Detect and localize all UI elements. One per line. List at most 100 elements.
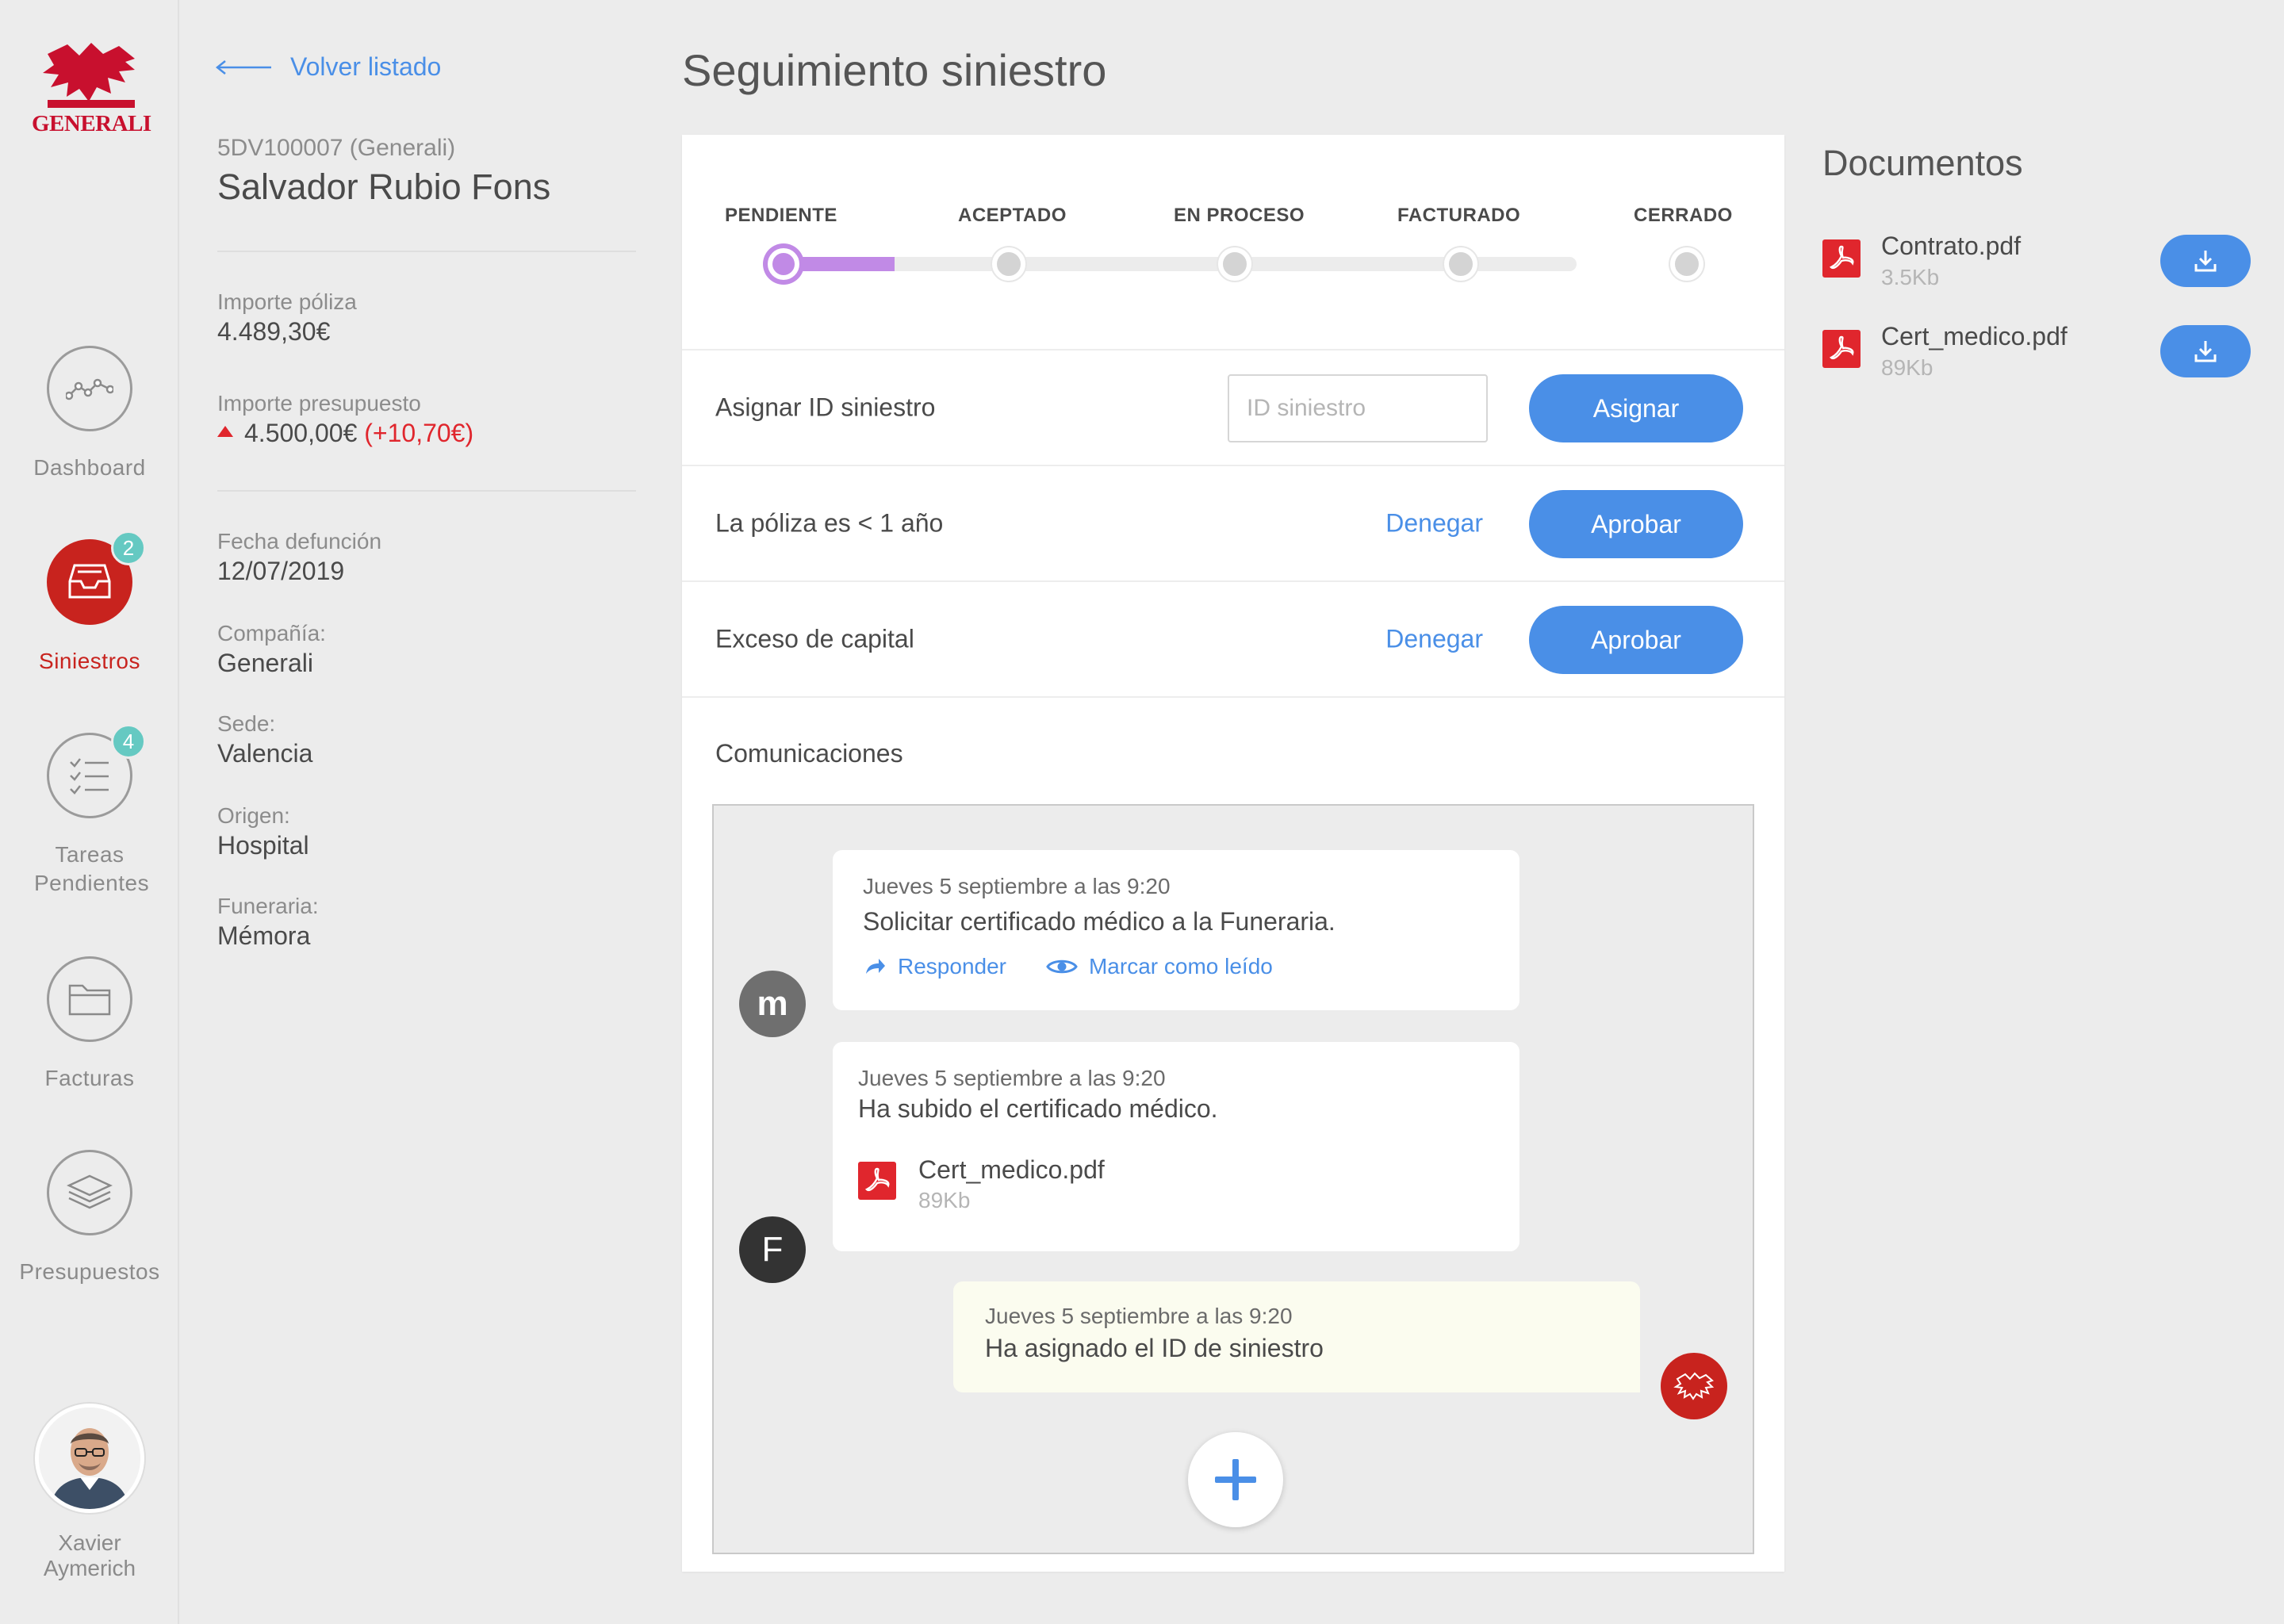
back-link[interactable]: Volver listado [214, 52, 441, 82]
attachment-name: Cert_medico.pdf [918, 1155, 1105, 1184]
field-value-row: 4.500,00€ (+10,70€) [217, 417, 473, 449]
eye-icon [1046, 959, 1078, 974]
documents-title: Documentos [1822, 143, 2023, 183]
importe-poliza: Importe póliza 4.489,30€ [217, 289, 357, 347]
message-attachment[interactable]: Cert_medico.pdf 89Kb [858, 1155, 1494, 1213]
step-aceptado[interactable]: ACEPTADO [958, 205, 1067, 227]
step-dot-pendiente[interactable] [768, 248, 799, 280]
field-value: Valencia [217, 739, 313, 768]
message-date: Jueves 5 septiembre a las 9:20 [863, 874, 1171, 898]
field-label: Funeraria: [217, 894, 319, 918]
reply-button[interactable]: Responder [863, 954, 1006, 979]
nav-facturas[interactable]: Facturas [0, 956, 179, 1093]
nav-siniestros[interactable]: 2 Siniestros [0, 530, 179, 676]
nav-presupuestos[interactable]: Presupuestos [0, 1150, 179, 1286]
siniestros-badge: 2 [111, 530, 146, 565]
nav-siniestros-circle: 2 [47, 530, 146, 625]
inbox-icon [68, 564, 111, 599]
message-date: Jueves 5 septiembre a las 9:20 [985, 1304, 1293, 1328]
step-en-proceso[interactable]: EN PROCESO [1174, 205, 1305, 227]
comms-thread[interactable]: Jueves 5 septiembre a las 9:20 Solicitar… [712, 804, 1754, 1554]
add-message-button[interactable] [1188, 1432, 1283, 1527]
chart-line-icon [66, 378, 113, 400]
user-last-name: Aymerich [43, 1556, 136, 1580]
importe-presupuesto: Importe presupuesto 4.500,00€ (+10,70€) [217, 390, 473, 449]
comms-title: Comunicaciones [715, 739, 903, 768]
document-item: Contrato.pdf 3.5Kb [1822, 232, 2251, 303]
field-value: Generali [217, 649, 313, 677]
detail-fecha: Fecha defunción 12/07/2019 [217, 528, 381, 587]
document-name[interactable]: Contrato.pdf [1881, 232, 2021, 261]
nav-label: Siniestros [39, 649, 140, 673]
arrow-left-icon [215, 59, 271, 75]
row-label: Asignar ID siniestro [715, 393, 936, 422]
document-name[interactable]: Cert_medico.pdf [1881, 322, 2067, 351]
approve-capital-button[interactable]: Aprobar [1529, 606, 1743, 674]
download-button[interactable] [2160, 325, 2251, 377]
logo-text: GENERALI [32, 111, 151, 136]
presupuesto-value: 4.500,00€ [244, 419, 358, 447]
field-label: Importe póliza [217, 289, 357, 314]
field-label: Compañía: [217, 621, 326, 645]
document-size: 3.5Kb [1881, 265, 1940, 289]
nav-dashboard[interactable]: Dashboard [0, 346, 179, 482]
attachment-size: 89Kb [918, 1188, 971, 1212]
row-capital: Exceso de capital Denegar Aprobar [682, 582, 1784, 698]
avatar [35, 1404, 144, 1513]
step-dot-cerrado[interactable] [1670, 247, 1703, 281]
detail-origen: Origen: Hospital [217, 802, 309, 861]
generali-logo[interactable]: GENERALI [32, 38, 151, 140]
nav-facturas-circle [47, 956, 132, 1042]
step-pendiente[interactable]: PENDIENTE [725, 205, 837, 227]
lion-icon [43, 43, 135, 108]
message-own: Jueves 5 septiembre a las 9:20 Ha asigna… [953, 1281, 1640, 1392]
detail-sede: Sede: Valencia [217, 710, 312, 769]
avatar-generali [1661, 1353, 1727, 1419]
folder-icon [68, 984, 111, 1016]
message: Jueves 5 septiembre a las 9:20 Ha subido… [833, 1042, 1519, 1251]
step-dot-en-proceso[interactable] [1218, 247, 1251, 281]
nav-presupuestos-circle [47, 1150, 132, 1235]
field-label: Sede: [217, 711, 276, 736]
plus-icon [1215, 1459, 1256, 1500]
user-first-name: Xavier [58, 1530, 121, 1555]
nav-label: Presupuestos [19, 1259, 160, 1284]
reply-icon [866, 959, 885, 974]
lion-icon [1673, 1372, 1715, 1400]
step-cerrado[interactable]: CERRADO [1634, 205, 1733, 227]
message-text: Ha subido el certificado médico. [858, 1094, 1218, 1123]
layers-icon [67, 1174, 113, 1209]
step-facturado[interactable]: FACTURADO [1397, 205, 1520, 227]
approve-poliza-button[interactable]: Aprobar [1529, 490, 1743, 558]
nav-label: Tareas Pendientes [34, 842, 150, 895]
step-dot-aceptado[interactable] [992, 247, 1025, 281]
deny-poliza-button[interactable]: Denegar [1385, 509, 1483, 538]
attachment-meta: Cert_medico.pdf 89Kb [918, 1155, 1105, 1213]
message-date: Jueves 5 septiembre a las 9:20 [858, 1066, 1166, 1090]
checklist-icon [70, 758, 109, 795]
row-label: Exceso de capital [715, 624, 914, 653]
message-text: Ha asignado el ID de siniestro [985, 1334, 1324, 1362]
step-dot-facturado[interactable] [1444, 247, 1477, 281]
avatar-funeraria: F [739, 1216, 806, 1283]
info-divider [217, 251, 636, 252]
claim-name: Salvador Rubio Fons [217, 167, 551, 207]
claim-id-input[interactable] [1228, 374, 1488, 442]
assign-button[interactable]: Asignar [1529, 374, 1743, 442]
user-profile[interactable]: Xavier Aymerich [0, 1404, 179, 1581]
detail-funeraria: Funeraria: Mémora [217, 893, 319, 952]
deny-capital-button[interactable]: Denegar [1385, 625, 1483, 654]
page-title: Seguimiento siniestro [682, 45, 1107, 95]
info-divider [217, 490, 636, 492]
download-button[interactable] [2160, 235, 2251, 287]
field-label: Fecha defunción [217, 529, 382, 553]
user-photo-icon [39, 1408, 140, 1509]
field-value: 4.489,30€ [217, 317, 331, 346]
nav-dashboard-circle [47, 346, 132, 431]
tareas-badge: 4 [111, 724, 146, 759]
nav-tareas[interactable]: 4 Tareas Pendientes [0, 724, 179, 898]
mark-read-button[interactable]: Marcar como leído [1046, 954, 1273, 979]
mark-read-label: Marcar como leído [1088, 954, 1273, 979]
tracking-card: PENDIENTE ACEPTADO EN PROCESO FACTURADO … [682, 135, 1784, 1572]
triangle-up-icon [217, 426, 233, 437]
